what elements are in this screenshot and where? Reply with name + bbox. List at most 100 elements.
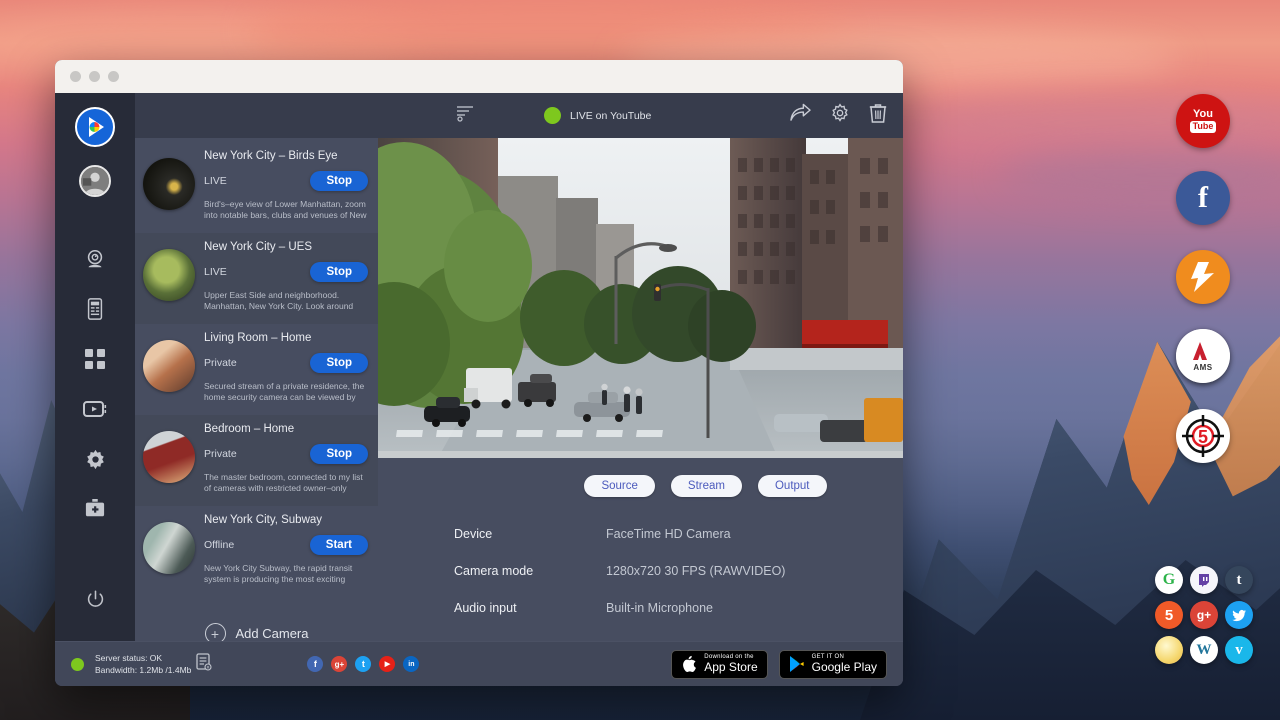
sidebar-item-add-video[interactable] xyxy=(75,489,115,529)
camera-list-item[interactable]: Bedroom – Home Private Stop The master b… xyxy=(135,415,378,506)
camera-list-item[interactable]: New York City, Subway Offline Start New … xyxy=(135,506,378,597)
sidebar-item-camera[interactable] xyxy=(75,239,115,279)
camera-thumbnail xyxy=(143,522,195,574)
server-status-block: Server status: OK Bandwidth: 1.2Mb /1.4M… xyxy=(95,652,191,677)
camera-title: Bedroom – Home xyxy=(204,423,368,435)
twitter-glyph: t xyxy=(362,659,365,669)
camera-list-item[interactable]: Living Room – Home Private Stop Secured … xyxy=(135,324,378,415)
sort-lines-icon xyxy=(456,105,475,122)
add-camera-button[interactable]: + Add Camera xyxy=(135,623,378,641)
camera-status: LIVE xyxy=(204,175,310,187)
camera-status: Offline xyxy=(204,539,310,551)
svg-text:5: 5 xyxy=(1198,427,1208,447)
grid-icon xyxy=(85,349,105,369)
youtube-glyph: ▶ xyxy=(385,660,390,668)
play-logo-icon xyxy=(81,113,109,141)
tab-source[interactable]: Source xyxy=(584,475,654,497)
camera-list-item[interactable]: New York City – Birds Eye LIVE Stop Bird… xyxy=(135,142,378,233)
vimeo-glyph: v xyxy=(1235,642,1243,659)
app-logo[interactable] xyxy=(75,107,115,147)
video-frame xyxy=(378,138,903,458)
desktop-icon-g[interactable]: G xyxy=(1155,566,1183,594)
google-play-line2: Google Play xyxy=(812,661,877,674)
document-info-icon[interactable] xyxy=(196,653,212,676)
twitch-glitch-icon xyxy=(1196,572,1212,588)
sidebar-item-grid[interactable] xyxy=(75,339,115,379)
add-video-icon xyxy=(84,499,106,519)
toolbar-actions xyxy=(790,103,887,128)
sidebar-item-settings[interactable] xyxy=(75,439,115,479)
video-preview[interactable] xyxy=(378,138,903,458)
camera-description: Secured stream of a private residence, t… xyxy=(204,381,368,405)
desktop-icon-wowza-alt[interactable] xyxy=(1176,250,1230,304)
user-avatar[interactable] xyxy=(79,165,111,197)
minimize-button[interactable] xyxy=(89,71,100,82)
desktop-icon-vimeo[interactable]: v xyxy=(1225,636,1253,664)
youtube-label-bottom: Tube xyxy=(1190,121,1217,132)
tab-stream[interactable]: Stream xyxy=(671,475,742,497)
spec-value[interactable]: 1280x720 30 FPS (RAWVIDEO) xyxy=(606,564,785,578)
google-play-badge[interactable]: GET IT ON Google Play xyxy=(779,650,887,679)
camera-thumbnail xyxy=(143,158,195,210)
desktop-icon-facebook[interactable]: f xyxy=(1176,171,1230,225)
camera-action-button[interactable]: Stop xyxy=(310,353,368,373)
twitter-bird-icon xyxy=(1232,608,1247,623)
desktop-icon-sun[interactable] xyxy=(1155,636,1183,664)
store-badges: Download on the App Store GET IT ON Goog… xyxy=(671,650,887,679)
camera-action-button[interactable]: Stop xyxy=(310,262,368,282)
camera-action-button[interactable]: Stop xyxy=(310,171,368,191)
social-google-plus[interactable]: g+ xyxy=(331,656,347,672)
camera-action-button[interactable]: Start xyxy=(310,535,368,555)
camera-list[interactable]: New York City – Birds Eye LIVE Stop Bird… xyxy=(135,138,378,641)
desktop-icon-five-orange[interactable]: 5 xyxy=(1155,601,1183,629)
desktop-icon-youtube[interactable]: You Tube xyxy=(1176,94,1230,148)
sidebar-item-device[interactable] xyxy=(75,289,115,329)
app-window: New York City – Birds Eye LIVE Stop Bird… xyxy=(55,60,903,686)
spec-label: Camera mode xyxy=(454,564,606,578)
camera-list-header xyxy=(135,93,378,138)
g-glyph: G xyxy=(1163,571,1175,589)
social-twitter[interactable]: t xyxy=(355,656,371,672)
share-icon[interactable] xyxy=(790,103,811,128)
sidebar-item-player[interactable] xyxy=(75,389,115,429)
detail-toolbar: LIVE on YouTube xyxy=(378,93,903,138)
plus-circle-icon: + xyxy=(205,623,226,641)
social-youtube[interactable]: ▶ xyxy=(379,656,395,672)
gear-icon[interactable] xyxy=(830,103,850,128)
add-camera-label: Add Camera xyxy=(236,626,309,641)
google-plus-glyph: g+ xyxy=(335,660,345,669)
crosshair-icon: 5 xyxy=(1179,412,1227,460)
trash-icon[interactable] xyxy=(869,103,887,128)
camera-list-item[interactable]: New York City – UES LIVE Stop Upper East… xyxy=(135,233,378,324)
spec-value[interactable]: Built-in Microphone xyxy=(606,601,713,615)
close-button[interactable] xyxy=(70,71,81,82)
desktop-icon-tumblr[interactable]: t xyxy=(1225,566,1253,594)
maximize-button[interactable] xyxy=(108,71,119,82)
camera-thumbnail xyxy=(143,249,195,301)
social-facebook[interactable]: f xyxy=(307,656,323,672)
camera-title: New York City, Subway xyxy=(204,514,368,526)
desktop-icon-twitch[interactable] xyxy=(1190,566,1218,594)
tab-output[interactable]: Output xyxy=(758,475,827,497)
camera-action-button[interactable]: Stop xyxy=(310,444,368,464)
desktop-icon-adobe-ams[interactable]: AMS xyxy=(1176,329,1230,383)
desktop-icon-wordpress[interactable]: W xyxy=(1190,636,1218,664)
desktop-icon-google-plus[interactable]: g+ xyxy=(1190,601,1218,629)
cloud-streak xyxy=(1000,150,1280,200)
sort-icon[interactable] xyxy=(456,105,486,127)
spec-value[interactable]: FaceTime HD Camera xyxy=(606,527,731,541)
sidebar-item-power[interactable] xyxy=(75,579,115,619)
adobe-logo-icon xyxy=(1190,341,1216,363)
camera-description: Upper East Side and neighborhood. Manhat… xyxy=(204,290,368,314)
app-store-badge[interactable]: Download on the App Store xyxy=(671,650,767,679)
window-body: New York City – Birds Eye LIVE Stop Bird… xyxy=(55,93,903,641)
spec-row: Audio input Built-in Microphone xyxy=(454,601,903,615)
camera-title: New York City – Birds Eye xyxy=(204,150,368,162)
gear-icon xyxy=(85,449,106,470)
social-linkedin[interactable]: in xyxy=(403,656,419,672)
tumblr-glyph: t xyxy=(1237,572,1242,589)
desktop-icon-twitter[interactable] xyxy=(1225,601,1253,629)
desktop-icon-target-five[interactable]: 5 xyxy=(1176,409,1230,463)
settings-gear-icon xyxy=(830,103,850,123)
doc-lines-icon xyxy=(196,653,212,671)
